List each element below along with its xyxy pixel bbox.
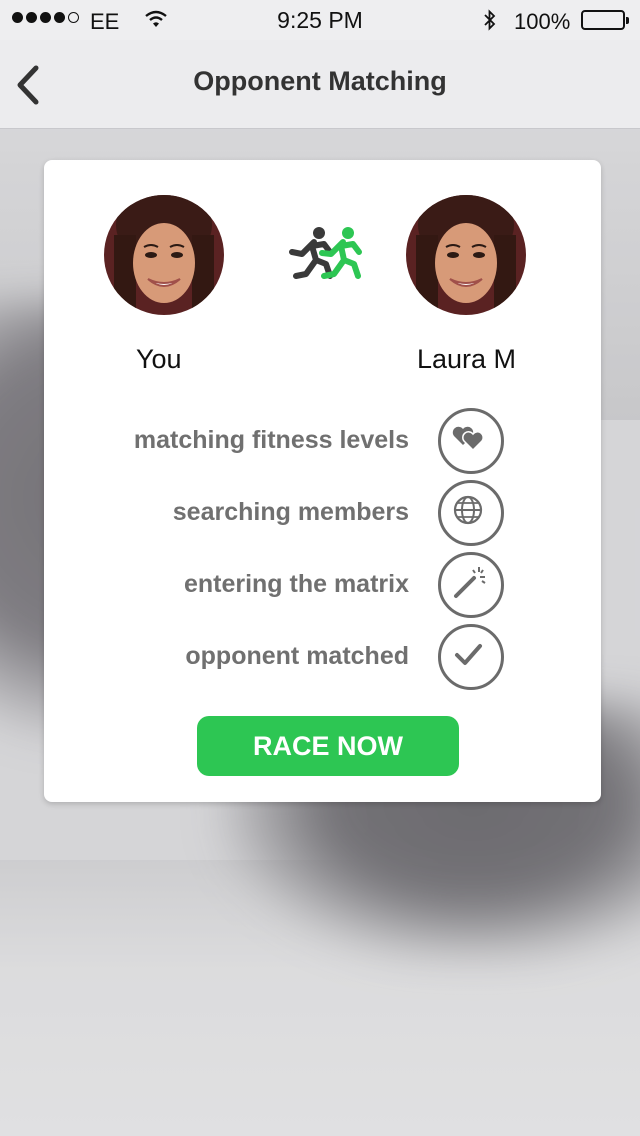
user-name: You (136, 344, 182, 374)
race-now-button[interactable]: RACE NOW (197, 716, 459, 776)
matching-card: You Laura M matching fitness levels sear… (44, 160, 601, 802)
status-bar: EE 9:25 PM 100% (0, 0, 640, 40)
bluetooth-icon (482, 9, 498, 37)
magic-wand-icon (438, 552, 504, 618)
step-label-matrix: entering the matrix (183, 570, 409, 598)
step-label-fitness: matching fitness levels (133, 426, 409, 454)
opponent-avatar (406, 195, 526, 315)
battery-icon (581, 10, 629, 30)
battery-percentage: 100% (514, 9, 571, 34)
user-avatar (104, 195, 224, 315)
globe-icon (438, 480, 504, 546)
hearts-icon (438, 408, 504, 474)
navigation-bar: Opponent Matching (0, 40, 640, 129)
page-title: Opponent Matching (193, 66, 447, 96)
step-label-matched: opponent matched (185, 642, 409, 670)
two-runners-icon (276, 224, 366, 291)
checkmark-icon (438, 624, 504, 690)
opponent-name: Laura M (417, 344, 517, 374)
step-label-searching: searching members (172, 498, 409, 526)
